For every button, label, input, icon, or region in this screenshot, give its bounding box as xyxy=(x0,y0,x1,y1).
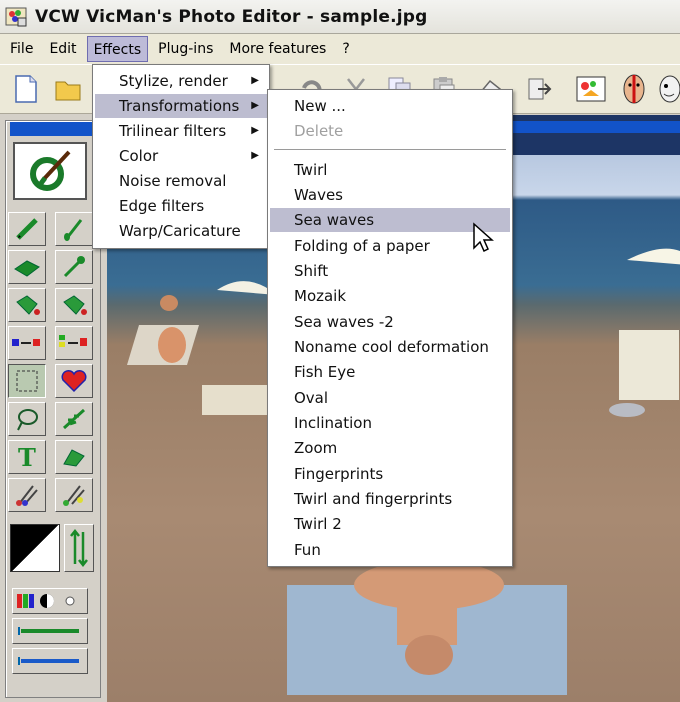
menu-more-features[interactable]: More features xyxy=(223,36,332,62)
effects-item-label: Color xyxy=(119,147,159,165)
tool-panel-header xyxy=(10,122,96,136)
heart-stamp-tool-icon[interactable] xyxy=(55,364,93,398)
menu-file[interactable]: File xyxy=(4,36,39,62)
spray-fill-tool-icon[interactable] xyxy=(55,288,93,322)
transformations-submenu: New ... Delete Twirl Waves Sea waves Fol… xyxy=(267,89,513,567)
brush-palette-icon xyxy=(30,150,71,191)
current-tool-display xyxy=(13,142,87,200)
transform-mozaik[interactable]: Mozaik xyxy=(270,284,510,308)
transform-zoom[interactable]: Zoom xyxy=(270,436,510,460)
transform-new[interactable]: New ... xyxy=(270,94,510,118)
transform-noname-cool[interactable]: Noname cool deformation xyxy=(270,335,510,359)
open-folder-icon[interactable] xyxy=(52,73,84,105)
window-title: VCW VicMan's Photo Editor - sample.jpg xyxy=(35,6,428,27)
svg-text:T: T xyxy=(18,444,36,470)
transform-shift[interactable]: Shift xyxy=(270,259,510,283)
submenu-arrow-icon: ▶ xyxy=(251,75,259,86)
submenu-arrow-icon: ▶ xyxy=(251,100,259,111)
slider-green-icon[interactable] xyxy=(12,618,88,644)
menu-edit[interactable]: Edit xyxy=(43,36,82,62)
brushes-2-tool-icon[interactable] xyxy=(55,478,93,512)
menu-effects[interactable]: Effects xyxy=(86,36,149,62)
gradient-fill-tool-icon[interactable] xyxy=(55,440,93,474)
text-tool-icon[interactable]: T xyxy=(8,440,46,474)
face-icon[interactable] xyxy=(618,73,650,105)
effects-item-transformations[interactable]: Transformations ▶ xyxy=(95,94,267,118)
effects-item-warp[interactable]: Warp/Caricature xyxy=(95,219,267,243)
new-file-icon[interactable] xyxy=(10,73,42,105)
image-paint-icon[interactable] xyxy=(574,73,610,105)
lasso-tool-icon[interactable] xyxy=(8,402,46,436)
menu-separator xyxy=(274,149,506,151)
slider-blue-icon[interactable] xyxy=(12,648,88,674)
transform-sea-waves-2[interactable]: Sea waves -2 xyxy=(270,310,510,334)
transform-fingerprints[interactable]: Fingerprints xyxy=(270,462,510,486)
menu-help[interactable]: ? xyxy=(336,36,355,62)
effects-item-edge-filters[interactable]: Edge filters xyxy=(95,194,267,218)
brushes-tool-icon[interactable] xyxy=(8,478,46,512)
effects-item-label: Stylize, render xyxy=(119,72,228,90)
color-adjust-icon[interactable] xyxy=(12,588,88,614)
replace-color-tool-icon[interactable] xyxy=(8,326,46,360)
effects-item-trilinear[interactable]: Trilinear filters ▶ xyxy=(95,119,267,143)
plant-stamp-tool-icon[interactable] xyxy=(55,402,93,436)
title-bar: VCW VicMan's Photo Editor - sample.jpg xyxy=(0,0,680,34)
effects-item-label: Transformations xyxy=(119,97,240,115)
fill-tool-icon[interactable] xyxy=(8,288,46,322)
submenu-arrow-icon: ▶ xyxy=(251,125,259,136)
eraser-tool-icon[interactable] xyxy=(8,250,46,284)
transform-delete: Delete xyxy=(294,122,344,140)
dropper-tool-icon[interactable] xyxy=(55,250,93,284)
effects-item-color[interactable]: Color ▶ xyxy=(95,144,267,168)
transform-twirl-2[interactable]: Twirl 2 xyxy=(270,512,510,536)
app-icon xyxy=(5,7,27,26)
effects-item-noise-removal[interactable]: Noise removal xyxy=(95,169,267,193)
mouse-cursor-icon xyxy=(473,222,494,253)
replace-color-2-tool-icon[interactable] xyxy=(55,326,93,360)
effects-item-label: Trilinear filters xyxy=(119,122,227,140)
effects-menu: Stylize, render ▶ Transformations ▶ Trilin… xyxy=(92,64,270,249)
transform-inclination[interactable]: Inclination xyxy=(270,411,510,435)
brush-tool-icon[interactable] xyxy=(55,212,93,246)
transform-fish-eye[interactable]: Fish Eye xyxy=(270,360,510,384)
caricature-icon[interactable] xyxy=(656,73,680,105)
transform-waves[interactable]: Waves xyxy=(270,183,510,207)
transform-twirl-fingerprints[interactable]: Twirl and fingerprints xyxy=(270,487,510,511)
pencil-tool-icon[interactable] xyxy=(8,212,46,246)
effects-item-stylize[interactable]: Stylize, render ▶ xyxy=(95,69,267,93)
submenu-arrow-icon: ▶ xyxy=(251,150,259,161)
transform-fun[interactable]: Fun xyxy=(270,538,510,562)
export-icon[interactable] xyxy=(522,73,554,105)
select-rect-tool-icon[interactable] xyxy=(8,364,46,398)
transform-oval[interactable]: Oval xyxy=(270,386,510,410)
color-swatch[interactable] xyxy=(10,524,60,572)
menu-plugins[interactable]: Plug-ins xyxy=(152,36,219,62)
transform-twirl[interactable]: Twirl xyxy=(270,158,510,182)
swap-colors-icon[interactable] xyxy=(64,524,94,572)
menu-bar: File Edit Effects Plug-ins More features… xyxy=(0,34,680,64)
